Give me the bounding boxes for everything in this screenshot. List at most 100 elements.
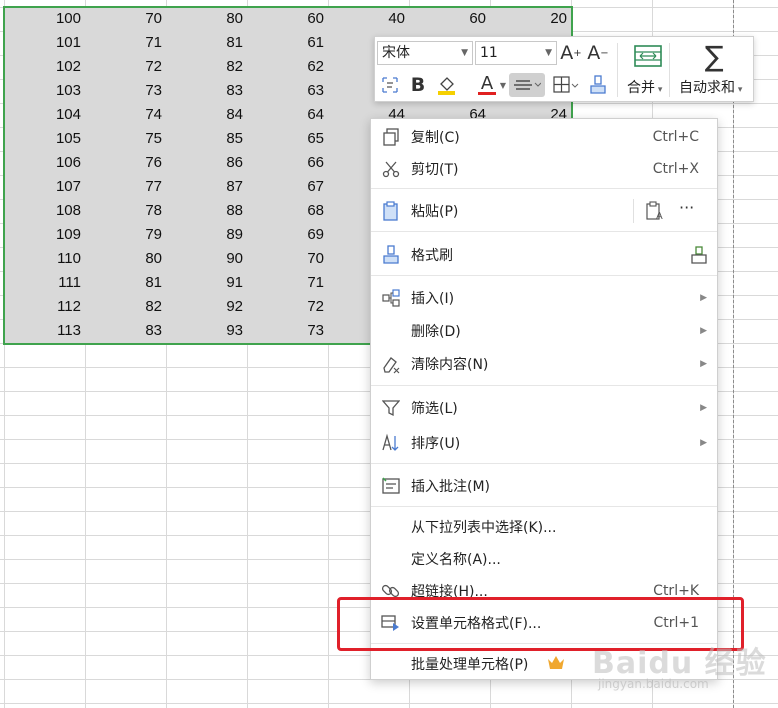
cell[interactable]: 64 bbox=[247, 103, 328, 127]
format-painter-icon[interactable] bbox=[587, 73, 609, 97]
font-color-button[interactable]: A bbox=[475, 73, 499, 97]
autosum-button[interactable]: 自动求和 ▾ bbox=[679, 77, 742, 97]
merge-icon[interactable] bbox=[633, 43, 663, 69]
cell[interactable]: 84 bbox=[166, 103, 247, 127]
increase-font-size-button[interactable]: A + bbox=[560, 41, 582, 65]
menu-item-format-painter[interactable]: 格式刷 bbox=[371, 239, 717, 271]
cell[interactable]: 83 bbox=[166, 79, 247, 103]
cell[interactable]: 80 bbox=[166, 7, 247, 31]
cell[interactable]: 100 bbox=[4, 7, 85, 31]
cell[interactable]: 73 bbox=[85, 79, 166, 103]
mini-format-toolbar: 宋体 ▼ 11 ▼ A + A − 合并 ▾ ∑ 自动求和 ▾ B A ▼ bbox=[374, 36, 754, 102]
cell[interactable]: 87 bbox=[166, 175, 247, 199]
cell[interactable]: 92 bbox=[166, 295, 247, 319]
cell[interactable]: 89 bbox=[166, 223, 247, 247]
cell[interactable]: 70 bbox=[247, 247, 328, 271]
borders-button[interactable] bbox=[551, 73, 581, 97]
font-size-select[interactable]: 11 ▼ bbox=[475, 41, 557, 65]
menu-item-comment[interactable]: 插入批注(M) bbox=[371, 470, 717, 502]
cell[interactable]: 80 bbox=[85, 247, 166, 271]
decrease-font-size-button[interactable]: A − bbox=[587, 41, 609, 65]
cell[interactable]: 78 bbox=[85, 199, 166, 223]
cell[interactable]: 73 bbox=[247, 319, 328, 343]
menu-item-clear[interactable]: 清除内容(N) ▶ bbox=[371, 348, 717, 380]
cell[interactable]: 88 bbox=[166, 199, 247, 223]
cell[interactable]: 79 bbox=[85, 223, 166, 247]
cell[interactable]: 62 bbox=[247, 55, 328, 79]
cell[interactable]: 104 bbox=[4, 103, 85, 127]
menu-item-copy[interactable]: 复制(C) Ctrl+C bbox=[371, 121, 717, 153]
cell[interactable]: 72 bbox=[247, 295, 328, 319]
chevron-down-icon: ▼ bbox=[461, 48, 468, 58]
cell[interactable]: 106 bbox=[4, 151, 85, 175]
bold-button[interactable]: B bbox=[407, 73, 429, 97]
wrap-text-icon[interactable] bbox=[379, 73, 401, 97]
cell[interactable]: 70 bbox=[85, 7, 166, 31]
paste-more-button[interactable]: ··· bbox=[679, 198, 694, 217]
cell[interactable]: 108 bbox=[4, 199, 85, 223]
cell[interactable]: 40 bbox=[328, 7, 409, 31]
cell[interactable]: 82 bbox=[166, 55, 247, 79]
cell[interactable]: 110 bbox=[4, 247, 85, 271]
cell[interactable]: 74 bbox=[85, 103, 166, 127]
menu-item-hyperlink[interactable]: 超链接(H)... Ctrl+K bbox=[371, 575, 717, 607]
cell[interactable]: 90 bbox=[166, 247, 247, 271]
cell[interactable]: 111 bbox=[4, 271, 85, 295]
menu-item-filter[interactable]: 筛选(L) ▶ bbox=[371, 392, 717, 424]
merge-button[interactable]: 合并 ▾ bbox=[627, 77, 662, 97]
cell[interactable]: 71 bbox=[247, 271, 328, 295]
menu-item-sort[interactable]: 排序(U) ▶ bbox=[371, 427, 717, 459]
cell[interactable]: 107 bbox=[4, 175, 85, 199]
gridline-horizontal bbox=[0, 703, 778, 704]
cell[interactable]: 65 bbox=[247, 127, 328, 151]
cell[interactable]: 75 bbox=[85, 127, 166, 151]
cell[interactable]: 60 bbox=[409, 7, 490, 31]
cell[interactable]: 85 bbox=[166, 127, 247, 151]
cell[interactable]: 112 bbox=[4, 295, 85, 319]
cell[interactable]: 93 bbox=[166, 319, 247, 343]
cell[interactable]: 109 bbox=[4, 223, 85, 247]
cell[interactable]: 63 bbox=[247, 79, 328, 103]
cell[interactable]: 67 bbox=[247, 175, 328, 199]
cell[interactable]: 81 bbox=[85, 271, 166, 295]
context-menu: 复制(C) Ctrl+C 剪切(T) Ctrl+X 粘贴(P) A ··· 格式… bbox=[370, 118, 718, 680]
cell[interactable]: 66 bbox=[247, 151, 328, 175]
cell[interactable]: 83 bbox=[85, 319, 166, 343]
cell[interactable]: 86 bbox=[166, 151, 247, 175]
menu-item-define-name[interactable]: 定义名称(A)... bbox=[371, 543, 717, 575]
cell[interactable]: 105 bbox=[4, 127, 85, 151]
menu-item-insert[interactable]: 插入(I) ▶ bbox=[371, 282, 717, 314]
cell[interactable]: 81 bbox=[166, 31, 247, 55]
cell[interactable]: 91 bbox=[166, 271, 247, 295]
cell[interactable]: 68 bbox=[247, 199, 328, 223]
font-name-select[interactable]: 宋体 ▼ bbox=[377, 41, 473, 65]
chevron-down-icon[interactable]: ▼ bbox=[499, 77, 507, 93]
paste-text-icon[interactable]: A bbox=[645, 201, 665, 225]
watermark: Baidu 经验 bbox=[592, 646, 767, 681]
align-button[interactable] bbox=[509, 73, 545, 97]
cell[interactable]: 72 bbox=[85, 55, 166, 79]
menu-item-paste[interactable]: 粘贴(P) A ··· bbox=[371, 195, 717, 227]
cell[interactable]: 71 bbox=[85, 31, 166, 55]
cell[interactable]: 61 bbox=[247, 31, 328, 55]
scissors-icon bbox=[381, 159, 401, 179]
cell[interactable]: 82 bbox=[85, 295, 166, 319]
cell[interactable]: 77 bbox=[85, 175, 166, 199]
menu-item-cut[interactable]: 剪切(T) Ctrl+X bbox=[371, 153, 717, 185]
cell[interactable]: 76 bbox=[85, 151, 166, 175]
menu-item-format-cells[interactable]: 设置单元格格式(F)... Ctrl+1 bbox=[371, 607, 717, 639]
cell[interactable]: 102 bbox=[4, 55, 85, 79]
cell[interactable]: 101 bbox=[4, 31, 85, 55]
fill-color-button[interactable] bbox=[433, 73, 463, 97]
font-size-value: 11 bbox=[480, 45, 498, 61]
menu-item-delete[interactable]: 删除(D) ▶ bbox=[371, 315, 717, 347]
cell[interactable]: 69 bbox=[247, 223, 328, 247]
cell[interactable]: 20 bbox=[490, 7, 571, 31]
cell[interactable]: 60 bbox=[247, 7, 328, 31]
cell[interactable]: 103 bbox=[4, 79, 85, 103]
cell[interactable]: 113 bbox=[4, 319, 85, 343]
sigma-icon[interactable]: ∑ bbox=[699, 40, 729, 73]
chevron-right-icon: ▶ bbox=[700, 359, 707, 369]
brush-icon[interactable] bbox=[689, 245, 709, 269]
menu-item-pick-from-list[interactable]: 从下拉列表中选择(K)... bbox=[371, 511, 717, 543]
